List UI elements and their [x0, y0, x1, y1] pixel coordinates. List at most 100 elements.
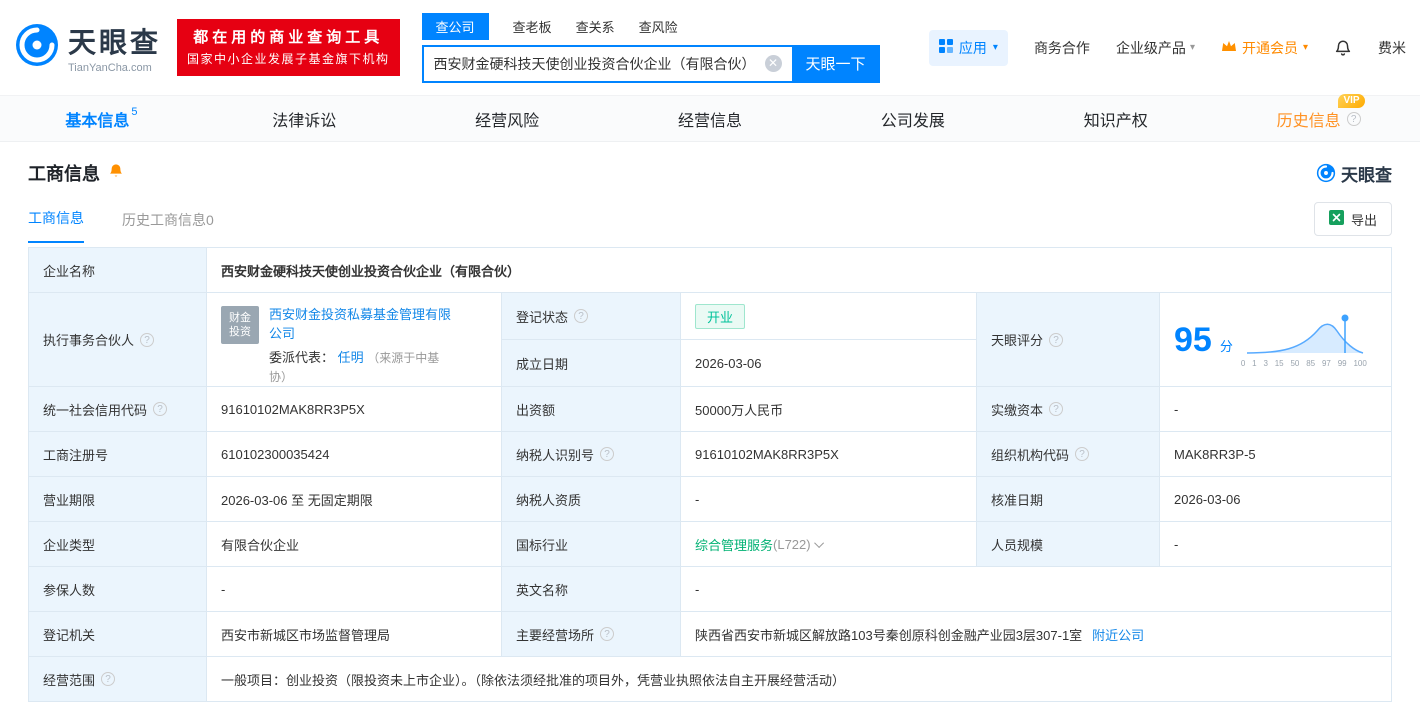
- tab-operating-risk[interactable]: 经营风险: [406, 96, 609, 141]
- establish-date-label: 成立日期: [502, 340, 681, 387]
- slogan-banner: 都在用的商业查询工具 国家中小企业发展子基金旗下机构: [177, 19, 400, 76]
- tab-company-development[interactable]: 公司发展: [811, 96, 1014, 141]
- insured-count-value: -: [207, 567, 502, 612]
- help-icon[interactable]: ?: [1075, 447, 1089, 461]
- taxpayer-quality-label: 纳税人资质: [502, 477, 681, 522]
- tab-operating-info[interactable]: 经营信息: [609, 96, 812, 141]
- delegate-link[interactable]: 任明: [338, 350, 364, 365]
- tab-basic-info[interactable]: 基本信息5: [0, 96, 203, 141]
- tab-history-info[interactable]: 历史信息 VIP ?: [1217, 96, 1420, 141]
- business-address-label: 主要经营场所 ?: [502, 612, 681, 657]
- staff-size-value: -: [1160, 522, 1392, 567]
- table-row: 执行事务合伙人 ? 财金 投资 西安财金投资私募基金管理有限公司 委派代表： 任…: [29, 293, 1392, 387]
- help-icon[interactable]: ?: [101, 672, 115, 686]
- tianyancha-logo[interactable]: 天眼查 TianYanCha.com: [14, 21, 161, 74]
- staff-size-label: 人员规模: [977, 522, 1160, 567]
- business-cooperation-link[interactable]: 商务合作: [1034, 38, 1090, 58]
- business-term-label: 营业期限: [29, 477, 207, 522]
- tab-legal-proceedings[interactable]: 法律诉讼: [203, 96, 406, 141]
- business-scope-label: 经营范围 ?: [29, 657, 207, 702]
- help-icon[interactable]: ?: [574, 309, 588, 323]
- search-area: 查公司 查老板 查关系 查风险 ✕ 天眼一下: [422, 13, 880, 83]
- english-name-value: -: [681, 567, 1392, 612]
- status-badge: 开业: [695, 304, 745, 329]
- partner-company-link[interactable]: 西安财金投资私募基金管理有限公司: [269, 307, 451, 341]
- reg-authority-value: 西安市新城区市场监督管理局: [207, 612, 502, 657]
- table-row: 工商注册号 610102300035424 纳税人识别号 ? 91610102M…: [29, 432, 1392, 477]
- notification-bell-icon[interactable]: [1334, 39, 1352, 57]
- establish-date-value: 2026-03-06: [681, 340, 977, 387]
- search-button[interactable]: 天眼一下: [792, 45, 880, 83]
- excel-icon: [1329, 210, 1344, 228]
- help-icon[interactable]: ?: [1347, 112, 1361, 126]
- paid-capital-value: -: [1160, 387, 1392, 432]
- header-right: 应用 ▾ 商务合作 企业级产品 ▾ 开通会员 ▾ 费米: [929, 30, 1406, 66]
- capital-label: 出资额: [502, 387, 681, 432]
- score-unit: 分: [1220, 336, 1233, 355]
- insured-count-label: 参保人数: [29, 567, 207, 612]
- search-tab-company[interactable]: 查公司: [422, 13, 489, 40]
- table-row: 登记机关 西安市新城区市场监督管理局 主要经营场所 ? 陕西省西安市新城区解放路…: [29, 612, 1392, 657]
- apps-grid-icon: [939, 39, 953, 56]
- search-tabs: 查公司 查老板 查关系 查风险: [422, 13, 880, 40]
- table-row: 经营范围 ? 一般项目：创业投资（限投资未上市企业）。（除依法须经批准的项目外，…: [29, 657, 1392, 702]
- company-type-label: 企业类型: [29, 522, 207, 567]
- search-input[interactable]: [422, 45, 792, 83]
- help-icon[interactable]: ?: [600, 447, 614, 461]
- user-account[interactable]: 费米: [1378, 38, 1406, 58]
- help-icon[interactable]: ?: [1049, 402, 1063, 416]
- help-icon[interactable]: ?: [1049, 333, 1063, 347]
- search-tab-risk[interactable]: 查风险: [639, 13, 678, 40]
- help-icon[interactable]: ?: [140, 333, 154, 347]
- reg-status-value: 开业: [681, 293, 977, 340]
- partner-value: 财金 投资 西安财金投资私募基金管理有限公司 委派代表： 任明 （来源于中基协）: [207, 293, 502, 387]
- score-curve-chart: 0131550859799100: [1241, 311, 1367, 368]
- taxpayer-id-value: 91610102MAK8RR3P5X: [681, 432, 977, 477]
- open-vip-link[interactable]: 开通会员 ▾: [1221, 38, 1308, 58]
- table-row: 企业名称 西安财金硬科技天使创业投资合伙企业（有限合伙）: [29, 248, 1392, 293]
- business-info-table: 企业名称 西安财金硬科技天使创业投资合伙企业（有限合伙） 执行事务合伙人 ? 财…: [28, 247, 1392, 702]
- watermark-brand: 天眼查: [1341, 161, 1392, 186]
- subtab-business-info[interactable]: 工商信息: [28, 208, 84, 243]
- industry-label: 国标行业: [502, 522, 681, 567]
- chevron-down-icon[interactable]: [814, 538, 824, 548]
- paid-capital-label: 实缴资本 ?: [977, 387, 1160, 432]
- industry-name[interactable]: 综合管理服务: [695, 535, 773, 554]
- company-type-value: 有限合伙企业: [207, 522, 502, 567]
- clear-search-icon[interactable]: ✕: [765, 55, 782, 72]
- tab-intellectual-property[interactable]: 知识产权: [1014, 96, 1217, 141]
- vip-badge: VIP: [1338, 94, 1364, 108]
- reg-authority-label: 登记机关: [29, 612, 207, 657]
- approval-date-label: 核准日期: [977, 477, 1160, 522]
- reg-number-value: 610102300035424: [207, 432, 502, 477]
- table-row: 企业类型 有限合伙企业 国标行业 综合管理服务 (L722) 人员规模 -: [29, 522, 1392, 567]
- enterprise-products-menu[interactable]: 企业级产品 ▾: [1116, 38, 1195, 58]
- credit-code-label: 统一社会信用代码 ?: [29, 387, 207, 432]
- table-row: 参保人数 - 英文名称 -: [29, 567, 1392, 612]
- score-value[interactable]: 95 分 0131550859799100: [1160, 293, 1392, 387]
- watermark-logo: 天眼查: [1316, 161, 1392, 186]
- score-axis: 0131550859799100: [1241, 359, 1367, 368]
- subscribe-bell-icon[interactable]: [108, 163, 124, 184]
- industry-value[interactable]: 综合管理服务 (L722): [681, 522, 977, 567]
- partner-label: 执行事务合伙人 ?: [29, 293, 207, 387]
- reg-status-label: 登记状态 ?: [502, 293, 681, 340]
- search-tab-boss[interactable]: 查老板: [513, 13, 552, 40]
- table-row: 营业期限 2026-03-06 至 无固定期限 纳税人资质 - 核准日期 202…: [29, 477, 1392, 522]
- chevron-down-icon: ▾: [1190, 42, 1195, 53]
- nearby-companies-link[interactable]: 附近公司: [1092, 625, 1144, 644]
- apps-label: 应用: [959, 38, 987, 58]
- help-icon[interactable]: ?: [600, 627, 614, 641]
- business-scope-value: 一般项目：创业投资（限投资未上市企业）。（除依法须经批准的项目外，凭营业执照依法…: [207, 657, 1392, 702]
- subtab-history-business-info[interactable]: 历史工商信息0: [122, 210, 214, 243]
- apps-menu[interactable]: 应用 ▾: [929, 30, 1008, 66]
- search-tab-relation[interactable]: 查关系: [576, 13, 615, 40]
- export-button[interactable]: 导出: [1314, 202, 1392, 236]
- approval-date-value: 2026-03-06: [1160, 477, 1392, 522]
- help-icon[interactable]: ?: [153, 402, 167, 416]
- reg-number-label: 工商注册号: [29, 432, 207, 477]
- section-title: 工商信息: [28, 160, 100, 186]
- company-nav-tabs: 基本信息5 法律诉讼 经营风险 经营信息 公司发展 知识产权 历史信息 VIP …: [0, 95, 1420, 142]
- score-label: 天眼评分 ?: [977, 293, 1160, 387]
- industry-code: (L722): [773, 537, 811, 552]
